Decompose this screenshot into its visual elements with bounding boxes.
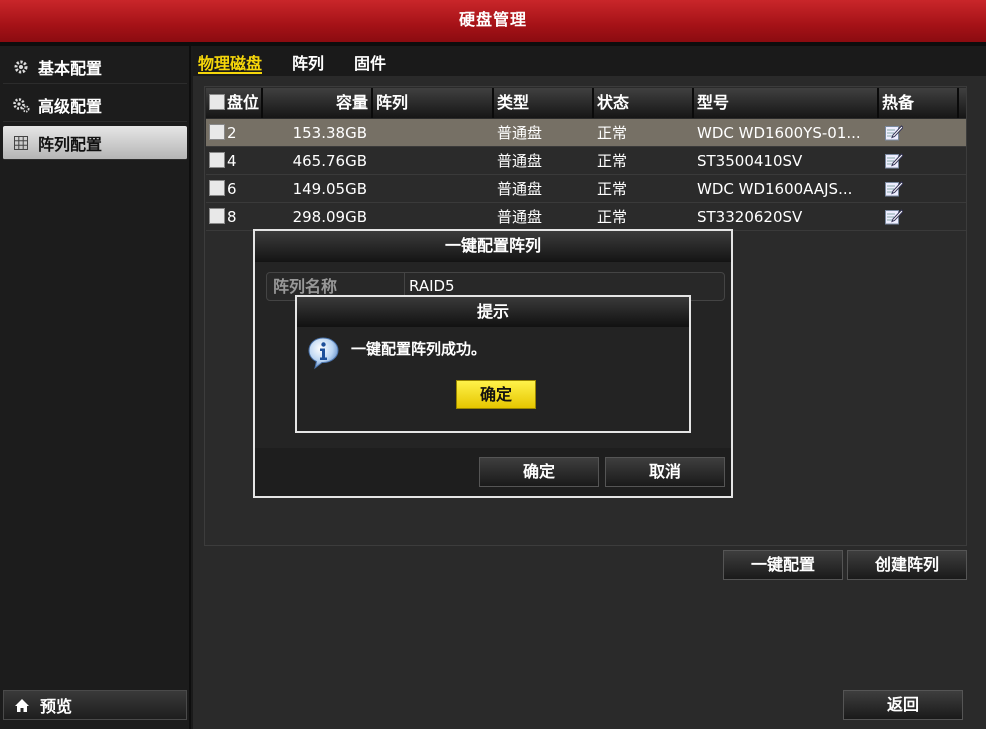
table-header: 盘位 容量 阵列 类型 状态 型号 热备 xyxy=(206,88,966,118)
tab-bar: 物理磁盘 阵列 固件 xyxy=(193,46,986,76)
capacity-cell: 153.38GB xyxy=(292,124,367,142)
tab-firmware[interactable]: 固件 xyxy=(354,50,386,74)
status-cell: 正常 xyxy=(597,152,628,170)
array-cell xyxy=(373,203,494,231)
model-cell: WDC WD1600AAJS... xyxy=(697,180,853,198)
sidebar-item-label: 阵列配置 xyxy=(38,134,103,154)
sidebar-item-array-config[interactable]: 阵列配置 xyxy=(3,126,187,160)
slot-cell: 6 xyxy=(227,180,237,198)
info-icon xyxy=(307,336,341,374)
window-title: 硬盘管理 xyxy=(458,10,527,29)
sidebar-item-label: 基本配置 xyxy=(38,58,103,78)
message-text: 一键配置阵列成功。 xyxy=(351,340,487,358)
sidebar: 基本配置 高级配置 阵列配置 预览 xyxy=(0,46,191,729)
table-row[interactable]: 8 298.09GB 普通盘 正常 ST3320620SV xyxy=(206,203,966,231)
sidebar-item-label: 高级配置 xyxy=(38,96,103,116)
model-cell: WDC WD1600YS-01... xyxy=(697,124,861,142)
slot-cell: 4 xyxy=(227,152,237,170)
row-checkbox[interactable] xyxy=(209,152,225,168)
slot-cell: 2 xyxy=(227,124,237,142)
capacity-cell: 298.09GB xyxy=(292,208,367,226)
type-cell: 普通盘 xyxy=(497,124,543,142)
status-cell: 正常 xyxy=(597,180,628,198)
grid-icon xyxy=(12,134,30,152)
row-checkbox[interactable] xyxy=(209,180,225,196)
status-cell: 正常 xyxy=(597,208,628,226)
array-cell xyxy=(373,147,494,175)
message-title: 提示 xyxy=(297,297,689,327)
sidebar-item-basic-config[interactable]: 基本配置 xyxy=(3,50,187,84)
column-header-status[interactable]: 状态 xyxy=(594,88,694,118)
dialog-footer: 确定 取消 xyxy=(255,448,731,496)
column-header-model[interactable]: 型号 xyxy=(694,88,879,118)
model-cell: ST3500410SV xyxy=(697,152,803,170)
tab-physical-disks[interactable]: 物理磁盘 xyxy=(198,50,263,74)
gear-icon xyxy=(12,58,30,76)
capacity-cell: 149.05GB xyxy=(292,180,367,198)
edit-icon[interactable] xyxy=(885,178,904,203)
edit-icon[interactable] xyxy=(885,122,904,147)
window-title-bar: 硬盘管理 xyxy=(0,0,986,42)
array-cell xyxy=(373,119,494,147)
gears-icon xyxy=(12,96,30,114)
edit-icon[interactable] xyxy=(885,206,904,231)
dialog-ok-button[interactable]: 确定 xyxy=(479,457,599,487)
back-button[interactable]: 返回 xyxy=(843,690,963,720)
model-cell: ST3320620SV xyxy=(697,208,803,226)
column-header-capacity[interactable]: 容量 xyxy=(263,88,373,118)
one-key-config-button[interactable]: 一键配置 xyxy=(723,550,843,580)
message-ok-button[interactable]: 确定 xyxy=(456,380,536,409)
column-header-array[interactable]: 阵列 xyxy=(373,88,494,118)
type-cell: 普通盘 xyxy=(497,180,543,198)
sidebar-item-advanced-config[interactable]: 高级配置 xyxy=(3,88,187,122)
capacity-cell: 465.76GB xyxy=(292,152,367,170)
table-row[interactable]: 6 149.05GB 普通盘 正常 WDC WD1600AAJS... xyxy=(206,175,966,203)
column-header-slot[interactable]: 盘位 xyxy=(206,88,263,118)
create-array-button[interactable]: 创建阵列 xyxy=(847,550,967,580)
preview-label: 预览 xyxy=(40,697,73,716)
tab-arrays[interactable]: 阵列 xyxy=(292,50,324,74)
home-icon xyxy=(14,698,30,713)
table-row[interactable]: 4 465.76GB 普通盘 正常 ST3500410SV xyxy=(206,147,966,175)
status-cell: 正常 xyxy=(597,124,628,142)
array-cell xyxy=(373,175,494,203)
preview-button[interactable]: 预览 xyxy=(3,690,187,720)
row-checkbox[interactable] xyxy=(209,124,225,140)
column-header-type[interactable]: 类型 xyxy=(494,88,594,118)
select-all-checkbox[interactable] xyxy=(209,94,225,110)
prompt-message-box: 提示 一键配置阵列成功。 确定 xyxy=(295,295,691,433)
table-row[interactable]: 2 153.38GB 普通盘 正常 WDC WD1600YS-01... xyxy=(206,119,966,147)
type-cell: 普通盘 xyxy=(497,208,543,226)
row-checkbox[interactable] xyxy=(209,208,225,224)
slot-cell: 8 xyxy=(227,208,237,226)
dialog-title: 一键配置阵列 xyxy=(255,231,731,262)
column-header-hot-spare[interactable]: 热备 xyxy=(879,88,959,118)
type-cell: 普通盘 xyxy=(497,152,543,170)
dialog-cancel-button[interactable]: 取消 xyxy=(605,457,725,487)
edit-icon[interactable] xyxy=(885,150,904,175)
